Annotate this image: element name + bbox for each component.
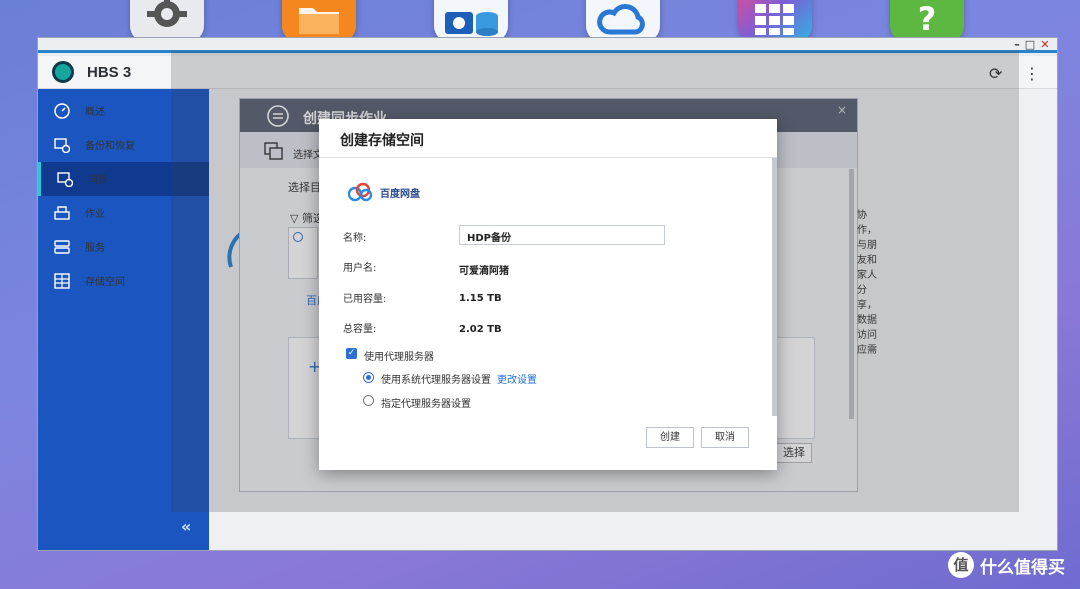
grid-icon xyxy=(755,4,794,35)
system-proxy-option: 使用系统代理服务器设置 更改设置 xyxy=(381,371,537,386)
settings-app-icon[interactable] xyxy=(130,0,204,42)
sync-icon xyxy=(57,172,73,187)
folder-icon xyxy=(299,8,339,34)
create-button[interactable]: 创建 xyxy=(646,427,694,448)
help-app-icon[interactable]: ? xyxy=(890,0,964,42)
minimize-button[interactable]: – xyxy=(1010,38,1024,52)
collapse-sidebar-button[interactable]: « xyxy=(181,517,191,536)
total-capacity-label: 总容量: xyxy=(343,324,377,335)
system-proxy-label: 使用系统代理服务器设置 xyxy=(381,375,491,386)
photo-station-app-icon[interactable] xyxy=(434,0,508,42)
sidebar-item-label: 备份和恢复 xyxy=(85,141,135,152)
use-proxy-label: 使用代理服务器 xyxy=(364,352,434,363)
svg-text:?: ? xyxy=(918,0,937,36)
modal-scrollbar[interactable] xyxy=(772,158,777,416)
app-title: HBS 3 xyxy=(87,64,132,81)
watermark-text: 什么值得买 xyxy=(980,557,1065,578)
cloud-icon xyxy=(597,4,645,35)
name-label: 名称: xyxy=(343,233,367,244)
gauge-icon xyxy=(54,103,70,119)
divider xyxy=(319,157,777,158)
use-proxy-checkbox[interactable]: ✓ xyxy=(346,348,357,359)
provider-header: 百度网盘 xyxy=(346,182,420,202)
cloud-app-icon[interactable] xyxy=(586,0,660,42)
file-station-app-icon[interactable] xyxy=(282,0,356,42)
change-settings-link[interactable]: 更改设置 xyxy=(497,375,537,386)
photo-station-icon xyxy=(445,12,498,36)
create-storage-space-modal: 创建存储空间 百度网盘 名称: HDP备份 用户名: 可爱滴阿猪 已用容量: 1… xyxy=(319,119,777,470)
custom-proxy-radio[interactable] xyxy=(363,395,374,406)
custom-proxy-label: 指定代理服务器设置 xyxy=(381,399,471,410)
used-capacity-label: 已用容量: xyxy=(343,294,387,305)
hbs-logo-icon xyxy=(52,61,74,83)
cancel-button[interactable]: 取消 xyxy=(701,427,749,448)
total-capacity-value: 2.02 TB xyxy=(459,324,502,335)
sidebar-item-label: 存储空间 xyxy=(85,277,125,288)
name-input[interactable]: HDP备份 xyxy=(459,225,665,245)
sidebar-item-label: 概述 xyxy=(85,107,105,118)
provider-name: 百度网盘 xyxy=(380,188,420,200)
username-label: 用户名: xyxy=(343,263,377,274)
storage-icon xyxy=(54,273,70,289)
watermark-badge-icon: 值 xyxy=(948,552,974,578)
sidebar-item-label: 作业 xyxy=(85,209,105,220)
maximize-button[interactable]: □ xyxy=(1023,38,1037,52)
close-button[interactable]: ✕ xyxy=(1038,38,1052,52)
gear-icon xyxy=(147,0,187,27)
baidu-cloud-icon xyxy=(347,182,373,202)
help-icon: ? xyxy=(918,0,937,36)
username-value: 可爱滴阿猪 xyxy=(459,266,509,277)
backup-icon xyxy=(54,138,70,153)
sidebar-item-label: 同步 xyxy=(88,175,108,186)
services-icon xyxy=(54,240,70,254)
jobs-icon xyxy=(54,206,70,220)
modal-title: 创建存储空间 xyxy=(340,133,424,149)
app-center-icon[interactable] xyxy=(738,0,812,42)
watermark: 值 什么值得买 xyxy=(948,552,1065,578)
system-proxy-radio[interactable] xyxy=(363,372,374,383)
sidebar-item-label: 服务 xyxy=(85,243,105,254)
used-capacity-value: 1.15 TB xyxy=(459,293,502,304)
more-options-icon[interactable]: ⋮ xyxy=(1024,64,1040,83)
